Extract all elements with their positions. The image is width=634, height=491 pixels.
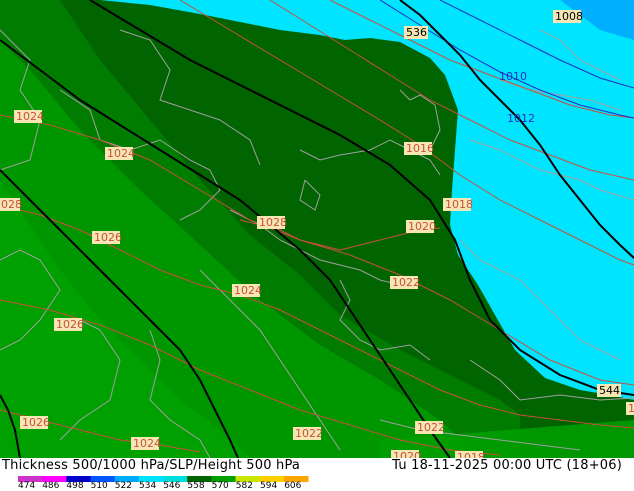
- colorbar: 474 486 498 510 522 534 546 558 570 582 594 606: [12, 475, 312, 491]
- svg-text:1012: 1012: [507, 112, 535, 125]
- isobar-label: 1: [626, 402, 634, 415]
- height-label: 536: [404, 26, 428, 39]
- isobar-label: 1026: [92, 231, 122, 244]
- svg-text:1022: 1022: [392, 276, 420, 289]
- svg-text:1024: 1024: [107, 147, 135, 160]
- svg-text:536: 536: [406, 26, 427, 39]
- svg-text:1026: 1026: [94, 231, 122, 244]
- isobar-label: 1024: [131, 437, 161, 450]
- valid-time: Tu 18-11-2025 00:00 UTC (18+06): [392, 458, 622, 473]
- isobar-label: 1020: [391, 450, 421, 458]
- svg-text:1022: 1022: [295, 427, 323, 440]
- svg-text:1008: 1008: [555, 10, 583, 23]
- isobar-label: 1026: [54, 318, 84, 331]
- isobar-label: 1010: [499, 70, 527, 83]
- isobar-label: 1024: [232, 284, 262, 297]
- isobar-label: 1018: [455, 451, 485, 458]
- svg-text:1026: 1026: [56, 318, 84, 331]
- svg-text:1010: 1010: [499, 70, 527, 83]
- svg-text:1016: 1016: [406, 142, 434, 155]
- svg-text:544: 544: [599, 384, 620, 397]
- isobar-label: 1022: [390, 276, 420, 289]
- svg-text:1020: 1020: [408, 220, 436, 233]
- height-label: 544: [597, 384, 621, 397]
- svg-text:1: 1: [628, 402, 634, 415]
- svg-text:1026: 1026: [22, 416, 50, 429]
- isobar-label: 1008: [553, 10, 583, 23]
- svg-text:1024: 1024: [16, 110, 44, 123]
- svg-text:1020: 1020: [393, 450, 421, 458]
- isobar-label: 1028: [0, 198, 22, 211]
- footer: Thickness 500/1000 hPa/SLP/Height 500 hP…: [0, 458, 634, 491]
- isobar-label: 1012: [507, 112, 535, 125]
- svg-text:1028: 1028: [259, 216, 287, 229]
- svg-text:1024: 1024: [234, 284, 262, 297]
- isobar-label: 1026: [20, 416, 50, 429]
- isobar-label: 1018: [443, 198, 473, 211]
- svg-text:1028: 1028: [0, 198, 22, 211]
- isobar-label: 1022: [415, 421, 445, 434]
- svg-text:1018: 1018: [457, 451, 485, 458]
- product-title: Thickness 500/1000 hPa/SLP/Height 500 hP…: [2, 458, 301, 473]
- isobar-label: 1028: [257, 216, 287, 229]
- isobar-label: 1024: [105, 147, 135, 160]
- weather-map: 1008 1010 1012 1016 1018 1020 1022 1022 …: [0, 0, 634, 458]
- isobar-label: 1020: [406, 220, 436, 233]
- svg-text:1024: 1024: [133, 437, 161, 450]
- isobar-label: 1022: [293, 427, 323, 440]
- svg-text:1018: 1018: [445, 198, 473, 211]
- isobar-label: 1016: [404, 142, 434, 155]
- svg-text:1022: 1022: [417, 421, 445, 434]
- isobar-label: 1024: [14, 110, 44, 123]
